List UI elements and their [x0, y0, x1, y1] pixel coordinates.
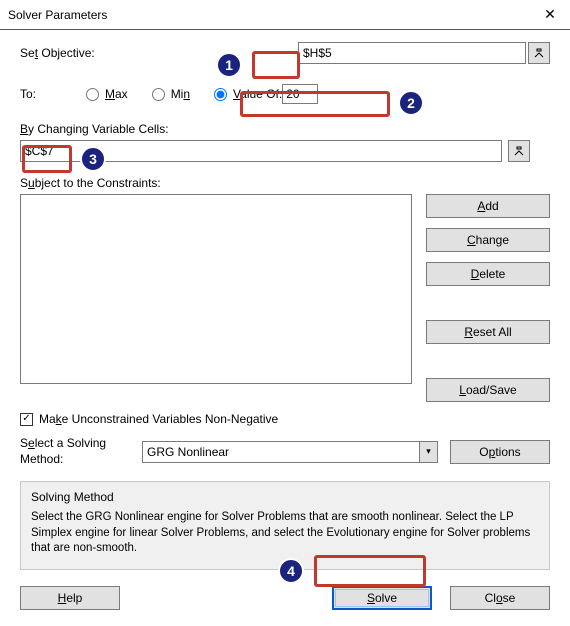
max-radio[interactable]: Max	[86, 87, 128, 101]
load-save-button[interactable]: Load/Save	[426, 378, 550, 402]
close-icon[interactable]: ✕	[530, 0, 570, 29]
chevron-down-icon: ▾	[419, 442, 437, 462]
title-bar: Solver Parameters ✕	[0, 0, 570, 30]
objective-input[interactable]	[298, 42, 526, 64]
reset-all-button[interactable]: Reset All	[426, 320, 550, 344]
changing-cells-input[interactable]	[20, 140, 502, 162]
check-icon: ✓	[20, 413, 33, 426]
select-method-label: Select a Solving Method:	[20, 436, 130, 467]
collapse-icon[interactable]	[508, 140, 530, 162]
solve-button[interactable]: Solve	[332, 586, 432, 610]
desc-title: Solving Method	[31, 490, 539, 504]
dialog-body: Set Objective: To: Max Min Value Of: By …	[0, 30, 570, 626]
value-of-radio[interactable]: Value Of:	[214, 84, 324, 104]
constraints-label: Subject to the Constraints:	[20, 176, 550, 190]
delete-button[interactable]: Delete	[426, 262, 550, 286]
constraints-list[interactable]	[20, 194, 412, 384]
add-button[interactable]: Add	[426, 194, 550, 218]
desc-text: Select the GRG Nonlinear engine for Solv…	[31, 510, 539, 557]
solving-method-select[interactable]: GRG Nonlinear ▾	[142, 441, 438, 463]
value-of-input[interactable]	[282, 84, 318, 104]
solving-method-description: Solving Method Select the GRG Nonlinear …	[20, 481, 550, 570]
window-title: Solver Parameters	[8, 8, 530, 22]
solving-method-value: GRG Nonlinear	[147, 445, 229, 459]
help-button[interactable]: Help	[20, 586, 120, 610]
change-button[interactable]: Change	[426, 228, 550, 252]
collapse-icon[interactable]	[528, 42, 550, 64]
unconstrained-checkbox[interactable]: ✓ Make Unconstrained Variables Non-Negat…	[20, 412, 550, 426]
min-radio[interactable]: Min	[152, 87, 190, 101]
set-objective-label: Set Objective:	[20, 46, 180, 60]
changing-cells-label: By Changing Variable Cells:	[20, 122, 550, 136]
close-button[interactable]: Close	[450, 586, 550, 610]
to-label: To:	[20, 87, 60, 101]
options-button[interactable]: Options	[450, 440, 550, 464]
